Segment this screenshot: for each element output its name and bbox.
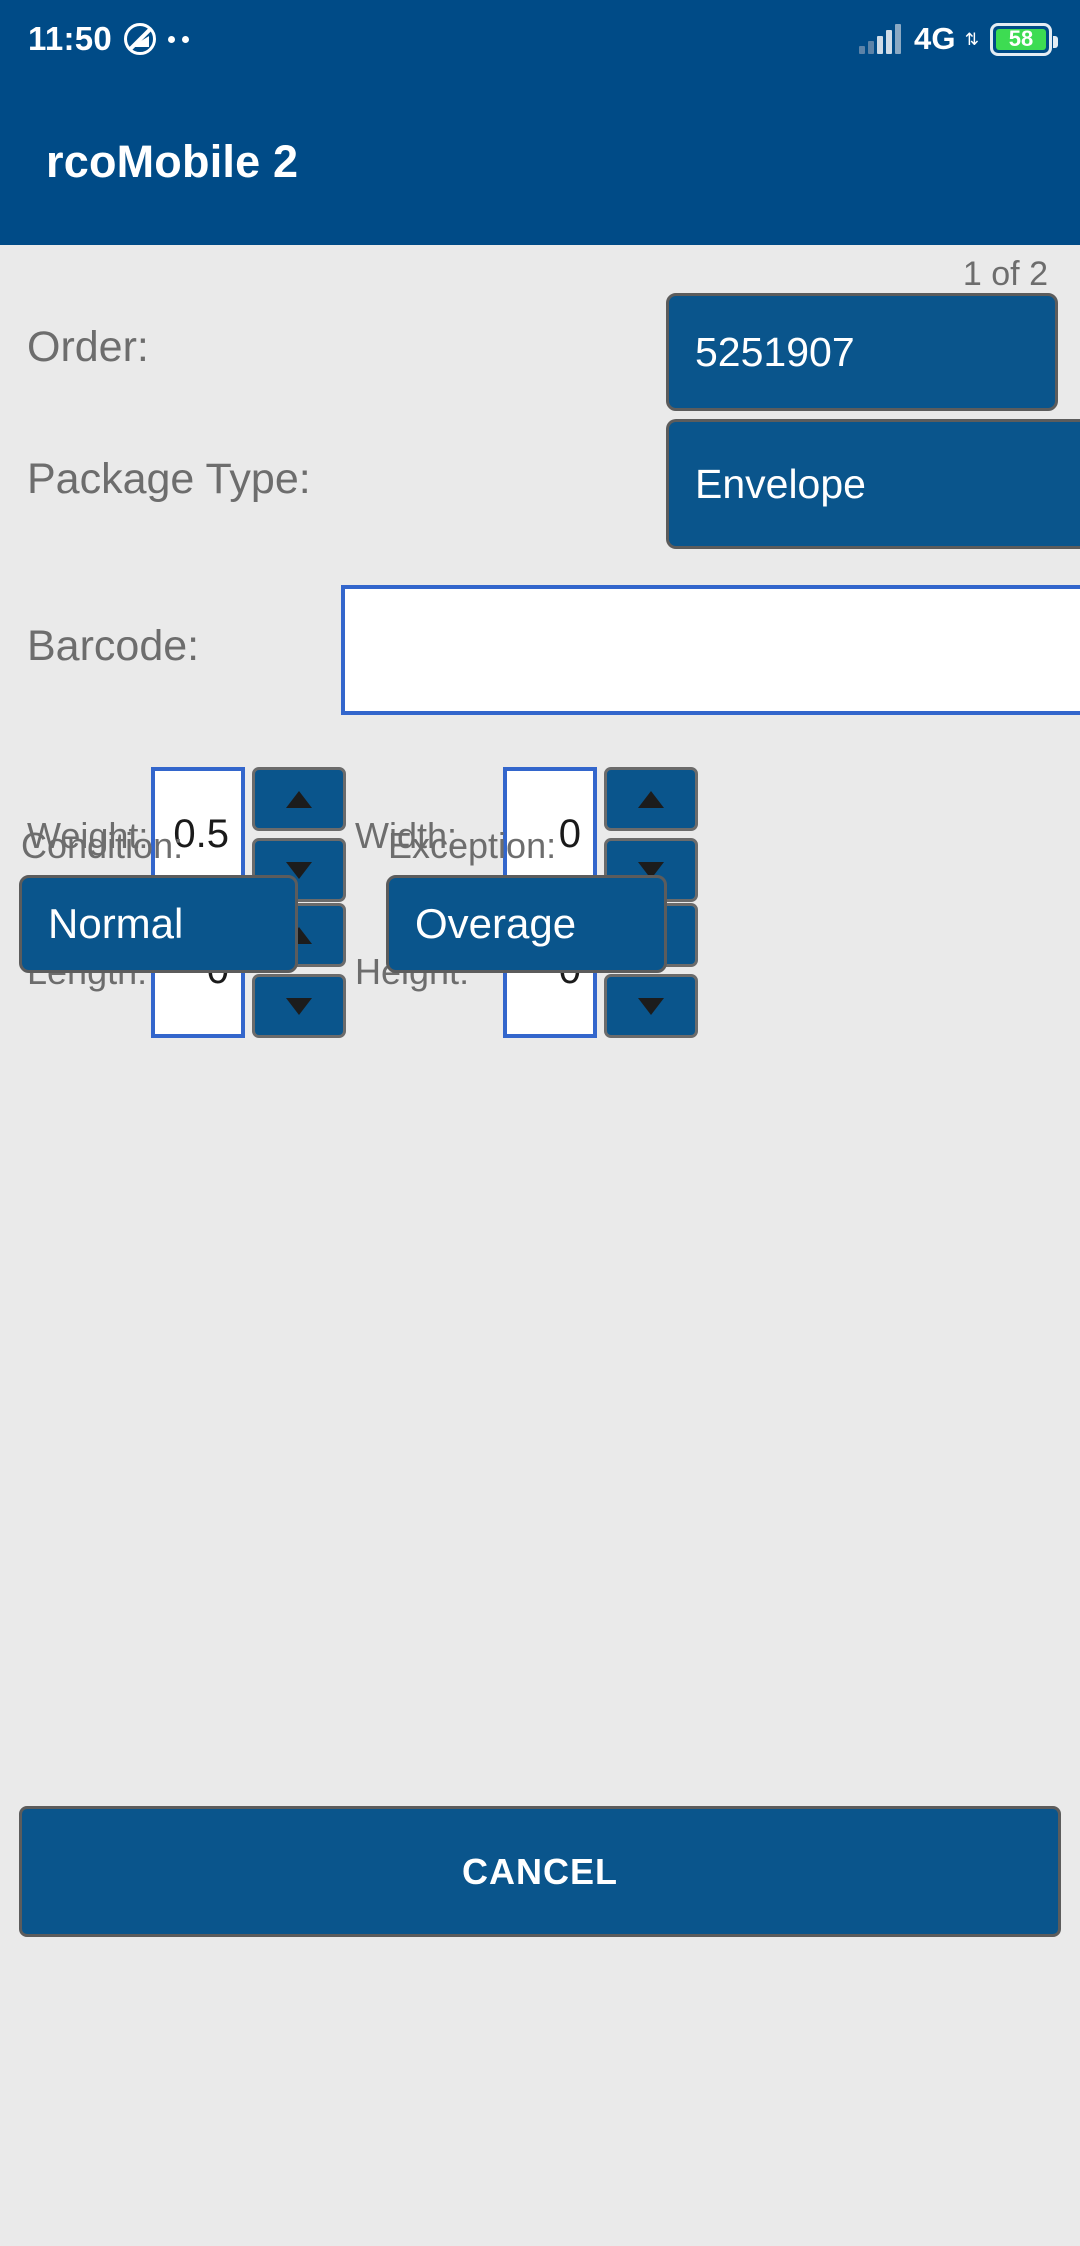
status-bar-left: 11:50 [28,20,190,58]
signal-bars-icon [858,24,901,54]
chevron-up-icon [638,790,664,808]
weight-increment-button[interactable] [252,767,346,831]
notification-dots-icon [168,35,190,43]
condition-select-button[interactable]: Normal [19,875,298,973]
battery-level-label: 58 [996,26,1046,51]
network-type-label: 4G [913,21,956,56]
barcode-row: Barcode: [0,585,1080,715]
chevron-down-icon [638,997,664,1015]
order-label: Order: [27,323,149,371]
battery-icon: 58 [990,22,1058,56]
chevron-down-icon [286,997,312,1015]
app-bar: rcoMobile 2 [0,78,1080,245]
width-increment-button[interactable] [604,767,698,831]
phone-screen: 11:50 4G ⇅ 58 rcoMobile 2 1 of 2 Order: … [0,0,1080,2246]
status-bar-right: 4G ⇅ 58 [858,21,1058,57]
cancel-button[interactable]: CANCEL [19,1806,1061,1937]
status-bar: 11:50 4G ⇅ 58 [0,0,1080,78]
package-type-select-button[interactable]: Envelope [666,419,1080,549]
condition-label: Condition: [21,825,184,866]
height-decrement-button[interactable] [604,974,698,1038]
order-value-button[interactable]: 5251907 [666,293,1058,411]
package-type-label: Package Type: [27,455,311,503]
order-row: Order: 5251907 [0,293,1080,411]
page-indicator: 1 of 2 [962,255,1048,293]
barcode-input[interactable] [341,585,1080,715]
form-content: 1 of 2 Order: 5251907 Package Type: Enve… [0,245,1080,2246]
barcode-label: Barcode: [27,622,200,670]
exception-label: Exception: [388,825,557,866]
package-type-row: Package Type: Envelope [0,419,1080,549]
length-decrement-button[interactable] [252,974,346,1038]
data-transfer-arrows-icon: ⇅ [964,29,979,49]
app-title: rcoMobile 2 [46,135,299,187]
do-not-disturb-icon [124,23,157,55]
chevron-up-icon [286,790,312,808]
exception-select-button[interactable]: Overage [386,875,667,973]
status-time: 11:50 [28,20,113,57]
